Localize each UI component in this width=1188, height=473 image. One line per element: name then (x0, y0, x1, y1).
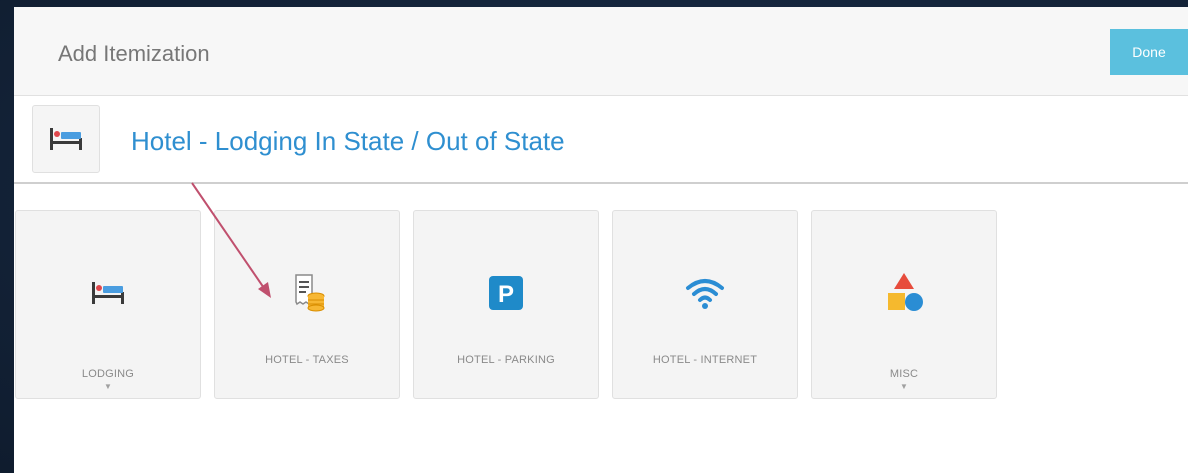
add-itemization-dialog: Add Itemization Done Hotel - Lodging In … (14, 7, 1188, 473)
tile-lodging[interactable]: LODGING ▼ (15, 210, 201, 399)
category-title: Hotel - Lodging In State / Out of State (131, 126, 565, 156)
svg-text:P: P (498, 281, 514, 308)
tile-label: HOTEL - TAXES (265, 354, 349, 366)
tile-hotel-parking[interactable]: P HOTEL - PARKING (413, 210, 599, 399)
receipt-coins-icon (295, 274, 325, 312)
wifi-icon (686, 279, 724, 309)
tile-hotel-internet[interactable]: HOTEL - INTERNET (612, 210, 798, 399)
category-icon-box (32, 105, 100, 173)
bed-icon (50, 128, 82, 150)
done-button[interactable]: Done (1110, 29, 1188, 75)
chevron-down-icon[interactable]: ▼ (812, 383, 996, 391)
tile-misc[interactable]: MISC ▼ (811, 210, 997, 399)
tile-label: HOTEL - PARKING (457, 354, 555, 366)
shapes-icon (888, 273, 923, 311)
tile-label: LODGING (81, 368, 135, 380)
dialog-header: Add Itemization Done (14, 7, 1188, 96)
bed-icon (92, 282, 124, 304)
dialog-title: Add Itemization (58, 41, 210, 66)
tile-label: MISC (889, 368, 919, 380)
chevron-down-icon[interactable]: ▼ (16, 383, 200, 391)
expense-category-row: Hotel - Lodging In State / Out of State (14, 96, 1188, 184)
parking-icon: P (489, 276, 523, 310)
tile-label: HOTEL - INTERNET (652, 354, 758, 366)
tile-hotel-taxes[interactable]: HOTEL - TAXES (214, 210, 400, 399)
